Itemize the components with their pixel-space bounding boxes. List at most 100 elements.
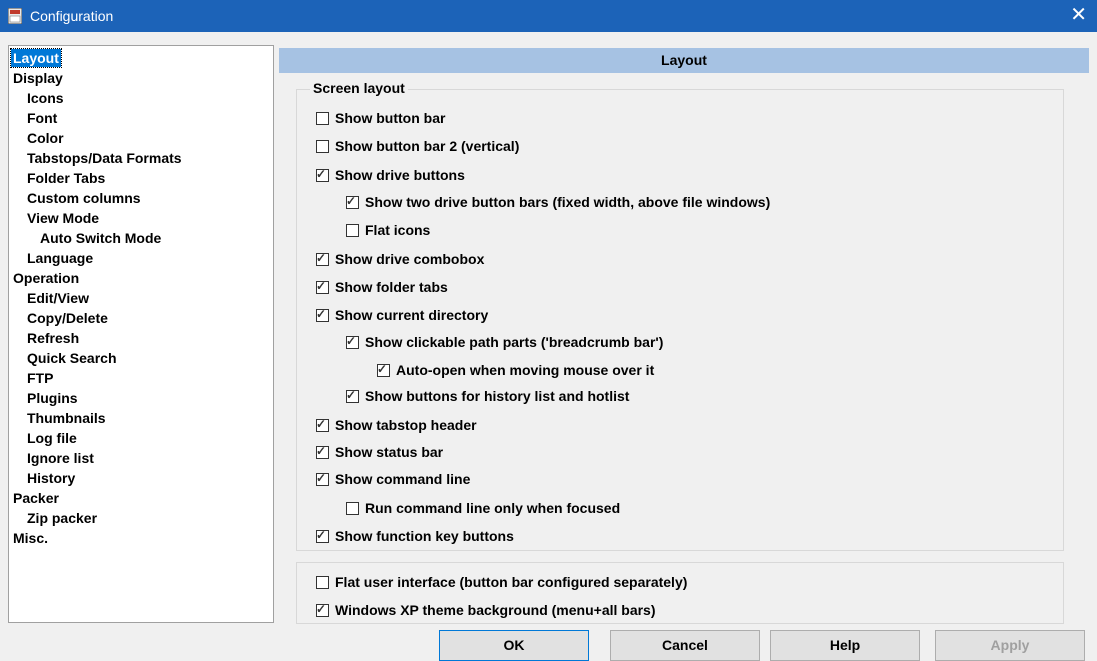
app-icon xyxy=(8,8,22,24)
apply-button[interactable]: Apply xyxy=(935,630,1085,661)
option-label: Flat icons xyxy=(365,222,431,238)
option-label: Show drive buttons xyxy=(335,167,465,183)
window-title: Configuration xyxy=(30,8,114,24)
checkbox[interactable]: ✓ xyxy=(316,251,329,266)
option-flat-interface[interactable]: Flat user interface (button bar configur… xyxy=(316,572,687,592)
checkbox[interactable]: ✓ xyxy=(346,194,359,209)
option-button-bar-2[interactable]: Show button bar 2 (vertical) xyxy=(316,136,519,156)
check-icon: ✓ xyxy=(316,417,327,431)
ok-button[interactable]: OK xyxy=(439,630,589,661)
tree-item-log-file[interactable]: Log file xyxy=(25,429,79,447)
tree-item-auto-switch-mode[interactable]: Auto Switch Mode xyxy=(38,229,163,247)
checkbox[interactable]: ✓ xyxy=(316,528,329,543)
checkbox[interactable]: ✓ xyxy=(316,307,329,322)
checkbox[interactable]: ✓ xyxy=(316,417,329,432)
checkbox[interactable] xyxy=(316,112,329,125)
option-function-key-buttons[interactable]: ✓ Show function key buttons xyxy=(316,526,514,546)
option-label: Run command line only when focused xyxy=(365,500,621,516)
option-label: Flat user interface (button bar configur… xyxy=(335,574,688,590)
option-drive-combobox[interactable]: ✓ Show drive combobox xyxy=(316,249,484,269)
check-icon: ✓ xyxy=(316,602,327,616)
tree-item-custom-columns[interactable]: Custom columns xyxy=(25,189,143,207)
tree-item-plugins[interactable]: Plugins xyxy=(25,389,80,407)
option-label: Show current directory xyxy=(335,307,489,323)
panel-header: Layout xyxy=(279,48,1089,73)
option-label: Show tabstop header xyxy=(335,417,477,433)
option-button-bar[interactable]: Show button bar xyxy=(316,108,445,128)
tree-item-packer[interactable]: Packer xyxy=(11,489,61,507)
cancel-button[interactable]: Cancel xyxy=(610,630,760,661)
checkbox[interactable]: ✓ xyxy=(377,362,390,377)
option-xp-theme[interactable]: ✓ Windows XP theme background (menu+all b… xyxy=(316,600,656,620)
option-breadcrumb-bar[interactable]: ✓ Show clickable path parts ('breadcrumb … xyxy=(346,332,663,352)
tree-item-zip-packer[interactable]: Zip packer xyxy=(25,509,99,527)
settings-tree[interactable]: Layout Display Icons Font Color Tabstops… xyxy=(8,45,274,623)
tree-item-font[interactable]: Font xyxy=(25,109,59,127)
checkbox[interactable]: ✓ xyxy=(346,388,359,403)
option-current-directory[interactable]: ✓ Show current directory xyxy=(316,305,488,325)
tree-item-misc[interactable]: Misc. xyxy=(11,529,50,547)
option-tabstop-header[interactable]: ✓ Show tabstop header xyxy=(316,415,477,435)
tree-item-edit-view[interactable]: Edit/View xyxy=(25,289,91,307)
option-label: Auto-open when moving mouse over it xyxy=(396,362,655,378)
help-button[interactable]: Help xyxy=(770,630,920,661)
option-command-line[interactable]: ✓ Show command line xyxy=(316,469,470,489)
tree-item-layout[interactable]: Layout xyxy=(10,48,62,68)
checkbox[interactable]: ✓ xyxy=(316,444,329,459)
option-label: Show status bar xyxy=(335,444,444,460)
option-label: Show buttons for history list and hotlis… xyxy=(365,388,630,404)
tree-item-operation[interactable]: Operation xyxy=(11,269,81,287)
option-label: Show command line xyxy=(335,471,471,487)
check-icon: ✓ xyxy=(316,279,327,293)
checkbox[interactable] xyxy=(316,140,329,153)
option-history-buttons[interactable]: ✓ Show buttons for history list and hotli… xyxy=(346,386,629,406)
tree-item-quick-search[interactable]: Quick Search xyxy=(25,349,119,367)
checkbox[interactable]: ✓ xyxy=(316,167,329,182)
check-icon: ✓ xyxy=(316,251,327,265)
check-icon: ✓ xyxy=(346,388,357,402)
tree-item-display[interactable]: Display xyxy=(11,69,65,87)
checkbox[interactable]: ✓ xyxy=(316,279,329,294)
check-icon: ✓ xyxy=(316,307,327,321)
tree-item-copy-delete[interactable]: Copy/Delete xyxy=(25,309,110,327)
tree-item-tabstops[interactable]: Tabstops/Data Formats xyxy=(25,149,184,167)
tree-item-ftp[interactable]: FTP xyxy=(25,369,55,387)
tree-item-ignore-list[interactable]: Ignore list xyxy=(25,449,96,467)
option-label: Show button bar xyxy=(335,110,446,126)
tree-item-refresh[interactable]: Refresh xyxy=(25,329,81,347)
check-icon: ✓ xyxy=(346,334,357,348)
tree-item-thumbnails[interactable]: Thumbnails xyxy=(25,409,108,427)
check-icon: ✓ xyxy=(316,528,327,542)
checkbox[interactable] xyxy=(346,502,359,515)
option-drive-buttons[interactable]: ✓ Show drive buttons xyxy=(316,165,465,185)
tree-item-language[interactable]: Language xyxy=(25,249,95,267)
checkbox[interactable] xyxy=(316,576,329,589)
tree-item-icons[interactable]: Icons xyxy=(25,89,66,107)
option-auto-open[interactable]: ✓ Auto-open when moving mouse over it xyxy=(377,360,654,380)
option-two-drive-bars[interactable]: ✓ Show two drive button bars (fixed width… xyxy=(346,192,770,212)
close-icon[interactable]: ✕ xyxy=(1070,4,1087,26)
option-command-line-focused[interactable]: Run command line only when focused xyxy=(346,498,620,518)
option-status-bar[interactable]: ✓ Show status bar xyxy=(316,442,443,462)
option-label: Show clickable path parts ('breadcrumb b… xyxy=(365,334,664,350)
option-label: Windows XP theme background (menu+all ba… xyxy=(335,602,656,618)
tree-item-view-mode[interactable]: View Mode xyxy=(25,209,101,227)
check-icon: ✓ xyxy=(316,444,327,458)
group-label: Screen layout xyxy=(310,80,408,96)
checkbox[interactable]: ✓ xyxy=(316,471,329,486)
title-bar: Configuration ✕ xyxy=(0,0,1097,32)
checkbox[interactable] xyxy=(346,224,359,237)
check-icon: ✓ xyxy=(346,194,357,208)
tree-item-color[interactable]: Color xyxy=(25,129,66,147)
option-label: Show two drive button bars (fixed width,… xyxy=(365,194,771,210)
checkbox[interactable]: ✓ xyxy=(346,334,359,349)
option-label: Show folder tabs xyxy=(335,279,448,295)
option-flat-icons[interactable]: Flat icons xyxy=(346,220,430,240)
tree-item-folder-tabs[interactable]: Folder Tabs xyxy=(25,169,107,187)
check-icon: ✓ xyxy=(316,471,327,485)
option-label: Show button bar 2 (vertical) xyxy=(335,138,520,154)
tree-item-history[interactable]: History xyxy=(25,469,77,487)
option-folder-tabs[interactable]: ✓ Show folder tabs xyxy=(316,277,448,297)
check-icon: ✓ xyxy=(316,167,327,181)
checkbox[interactable]: ✓ xyxy=(316,602,329,617)
